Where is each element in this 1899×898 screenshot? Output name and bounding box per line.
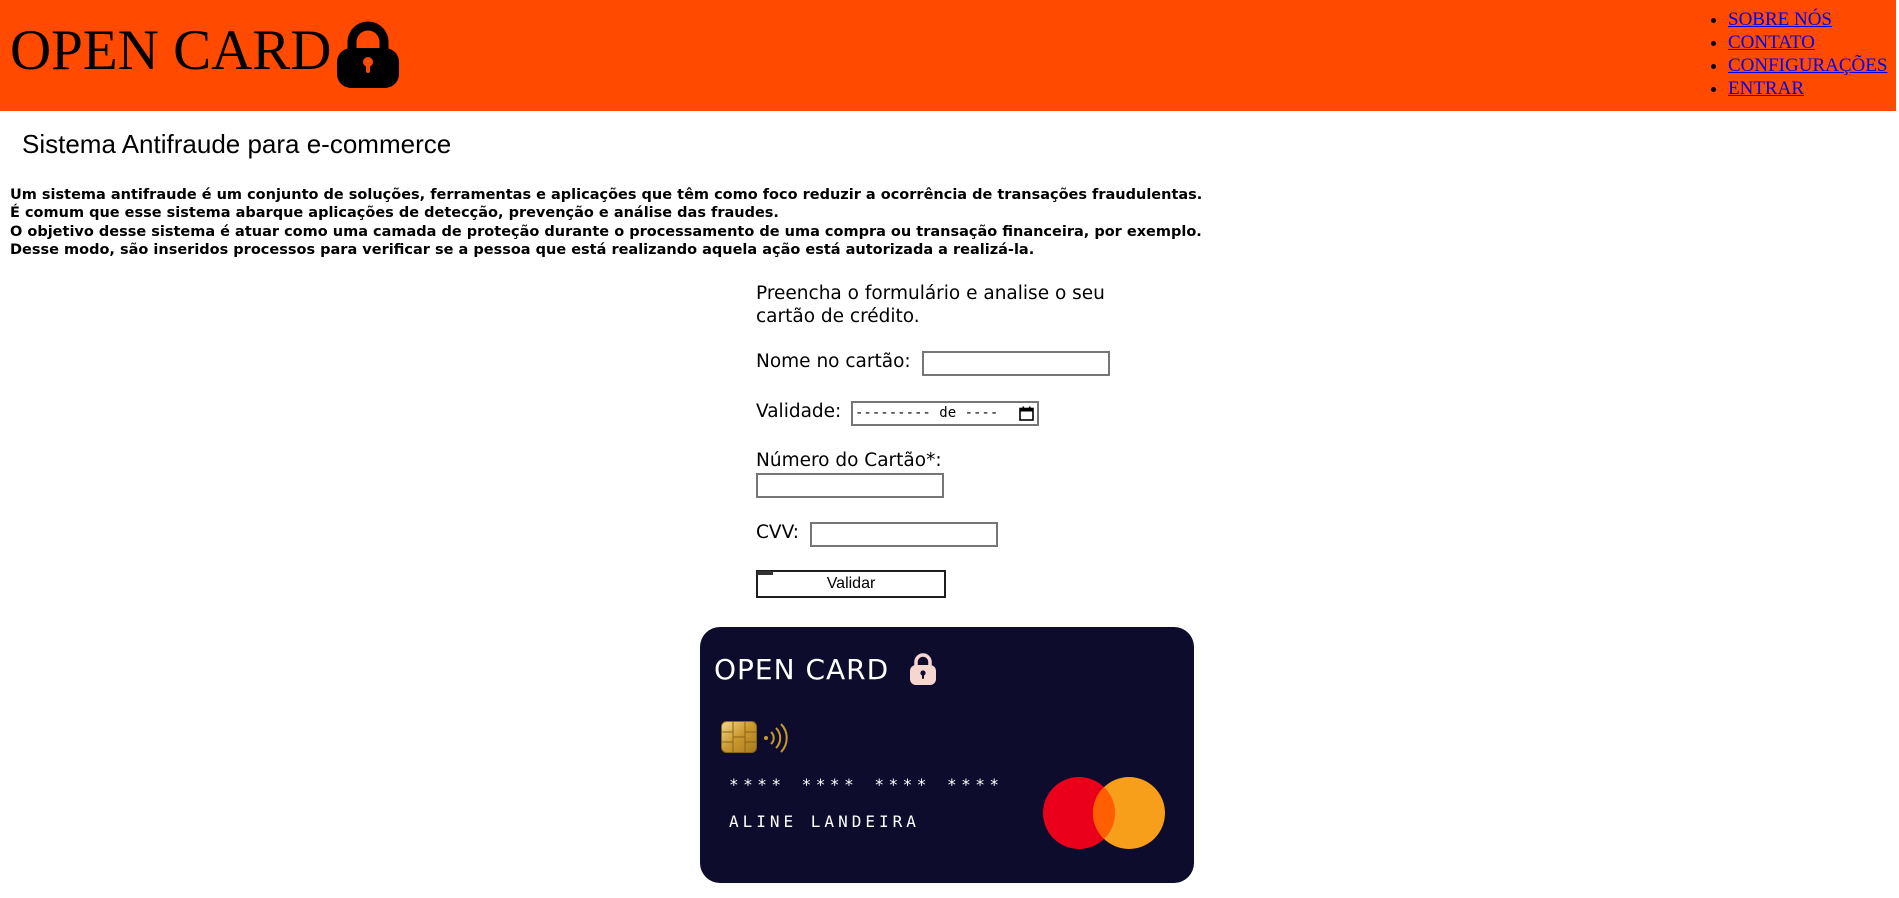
calendar-icon[interactable] <box>1019 406 1034 421</box>
nav-link-entrar[interactable]: ENTRAR <box>1728 78 1804 99</box>
card-brand: OPEN CARD <box>714 653 890 686</box>
intro-line: O objetivo desse sistema é atuar como um… <box>10 223 1202 240</box>
nav-item-entrar: ENTRAR <box>1728 77 1887 100</box>
form-intro: Preencha o formulário e analise o seu ca… <box>756 283 1105 327</box>
name-label: Nome no cartão: <box>756 351 911 372</box>
validity-label: Validade: <box>756 401 842 422</box>
intro-line: Um sistema antifraude é um conjunto de s… <box>10 187 1203 203</box>
cvv-label: CVV: <box>756 522 799 543</box>
page-heading: Sistema Antifraude para e-commerce <box>22 129 452 159</box>
card-number-label: Número do Cartão*: <box>756 450 942 471</box>
name-on-card-input[interactable] <box>922 351 1110 376</box>
cvv-input[interactable] <box>810 522 998 547</box>
mastercard-logo <box>1043 777 1165 849</box>
intro-line: É comum que esse sistema abarque aplicaç… <box>10 205 779 222</box>
nav-link-configuracoes[interactable]: CONFIGURAÇÕES <box>1728 55 1887 76</box>
nav-link-sobre-nos[interactable]: SOBRE NÓS <box>1728 9 1832 30</box>
site-header: OPEN CARD SOBRE NÓS CONTATO CONFIGURAÇÕE… <box>0 0 1896 111</box>
validate-button[interactable]: Validar <box>756 570 946 598</box>
chip-icon <box>721 721 757 753</box>
card-number-input[interactable] <box>756 473 944 498</box>
intro-line: Desse modo, são inseridos processos para… <box>10 241 1035 258</box>
validity-input[interactable]: --------- de ---- <box>851 401 1039 426</box>
validity-placeholder: --------- de ---- <box>855 405 999 421</box>
nav-link-contato[interactable]: CONTATO <box>1728 32 1815 53</box>
nav-item-configuracoes: CONFIGURAÇÕES <box>1728 54 1887 77</box>
nav-item-sobre-nos: SOBRE NÓS <box>1728 8 1887 31</box>
contactless-icon <box>764 723 788 753</box>
card-holder-name: ALINE LANDEIRA <box>729 812 920 831</box>
nav-item-contato: CONTATO <box>1728 31 1887 54</box>
intro-text: Um sistema antifraude é um conjunto de s… <box>10 186 1202 259</box>
lock-icon <box>910 653 936 685</box>
credit-card-preview: OPEN CARD **** **** **** **** ALINE LAND… <box>700 627 1194 883</box>
card-number-display: **** **** **** **** <box>729 775 1004 794</box>
lock-icon <box>337 21 399 88</box>
main-nav: SOBRE NÓS CONTATO CONFIGURAÇÕES ENTRAR <box>1706 8 1887 100</box>
brand-title: OPEN CARD <box>10 19 332 82</box>
